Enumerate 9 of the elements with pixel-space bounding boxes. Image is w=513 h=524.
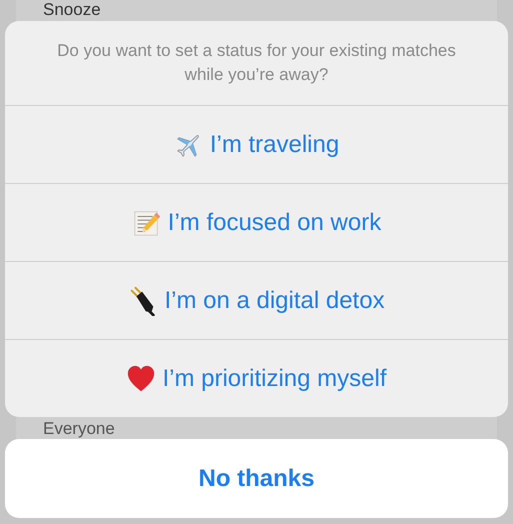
status-option[interactable]: I’m focused on work (5, 183, 508, 261)
background-label: Everyone (43, 419, 115, 438)
status-option[interactable]: I’m traveling (5, 105, 508, 183)
heart-icon (126, 364, 156, 394)
sheet-message: Do you want to set a status for your existing matches while you’re away? (56, 40, 457, 86)
status-option[interactable]: I’m on a digital detox (5, 261, 508, 339)
status-option[interactable]: I’m prioritizing myself (5, 339, 508, 417)
cancel-button[interactable]: No thanks (5, 439, 508, 518)
background-label: Snooze (43, 0, 101, 19)
